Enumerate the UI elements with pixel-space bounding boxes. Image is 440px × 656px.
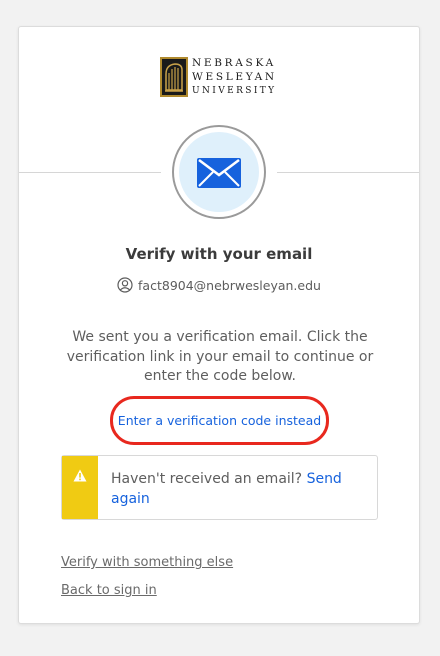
callout-stripe <box>62 456 98 519</box>
university-logo-icon <box>160 57 188 97</box>
auth-card: NEBRASKA WESLEYAN UNIVERSITY Verify with… <box>18 26 420 624</box>
warning-icon <box>73 469 87 482</box>
user-icon <box>117 277 133 293</box>
callout-text: Haven't received an email? Send again <box>111 469 361 509</box>
wordmark-line-1: NEBRASKA <box>192 57 276 69</box>
verify-something-else-link[interactable]: Verify with something else <box>61 555 233 570</box>
resend-callout: Haven't received an email? Send again <box>61 455 378 520</box>
wordmark-line-2: WESLEYAN <box>192 71 277 83</box>
university-wordmark: NEBRASKA WESLEYAN UNIVERSITY <box>192 56 284 98</box>
back-to-sign-in-link[interactable]: Back to sign in <box>61 583 157 598</box>
wordmark-line-3: UNIVERSITY <box>192 86 277 96</box>
header-divider-right <box>277 172 419 173</box>
envelope-icon <box>197 158 241 188</box>
highlight-ring: Enter a verification code instead <box>110 396 329 445</box>
email-authenticator-badge <box>172 125 266 219</box>
header-divider-left <box>19 172 161 173</box>
callout-message: Haven't received an email? <box>111 471 303 487</box>
enter-code-link[interactable]: Enter a verification code instead <box>113 413 326 428</box>
identifier-row: fact8904@nebrwesleyan.edu <box>19 277 419 293</box>
badge-background <box>179 132 259 212</box>
page-title: Verify with your email <box>125 245 313 263</box>
instructions-text: We sent you a verification email. Click … <box>66 329 374 384</box>
identifier-text: fact8904@nebrwesleyan.edu <box>138 278 321 293</box>
university-logo: NEBRASKA WESLEYAN UNIVERSITY <box>160 56 282 98</box>
